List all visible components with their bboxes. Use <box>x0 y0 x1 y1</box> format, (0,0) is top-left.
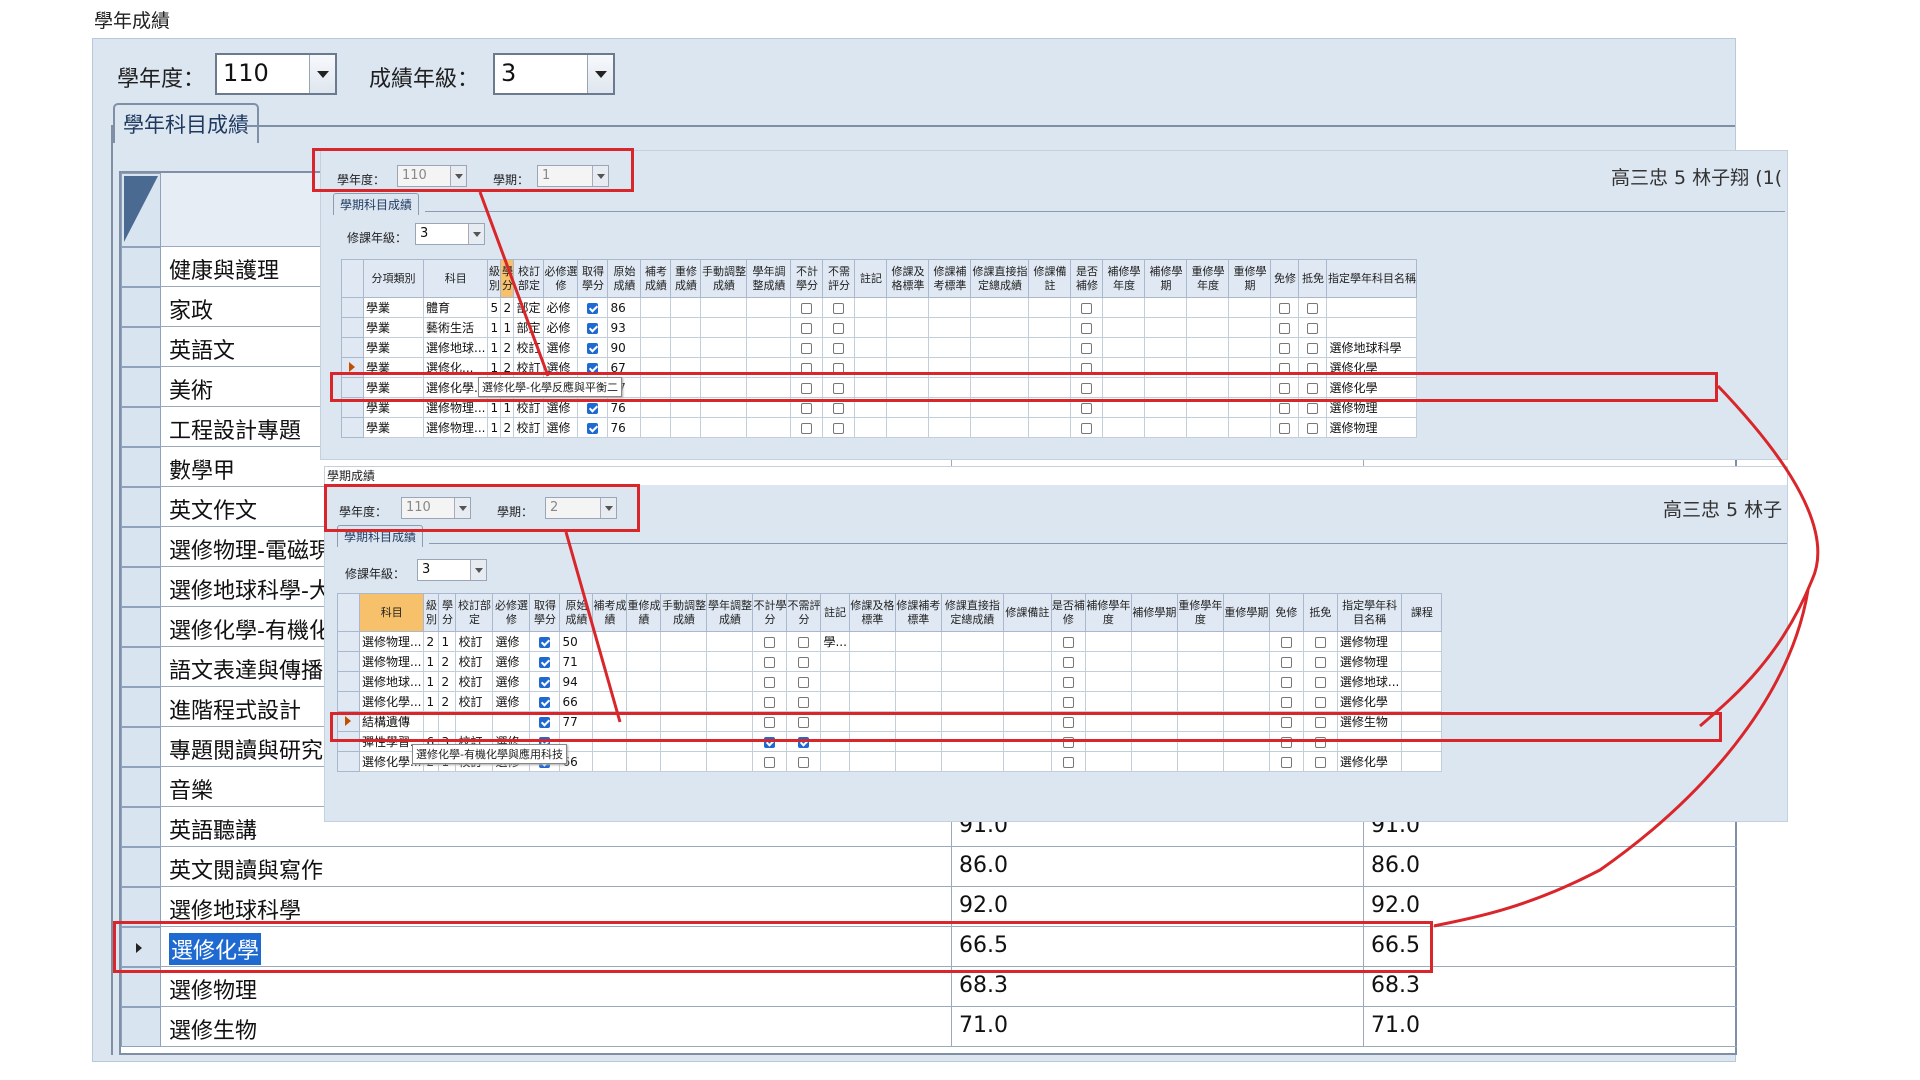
connector-sem1-filter <box>478 191 550 377</box>
connector-sem1-to-year <box>1699 384 1820 728</box>
connector-lines <box>478 191 1820 928</box>
connector-sem2-to-year <box>1433 589 1810 928</box>
connector-sem2-filter <box>564 531 622 723</box>
